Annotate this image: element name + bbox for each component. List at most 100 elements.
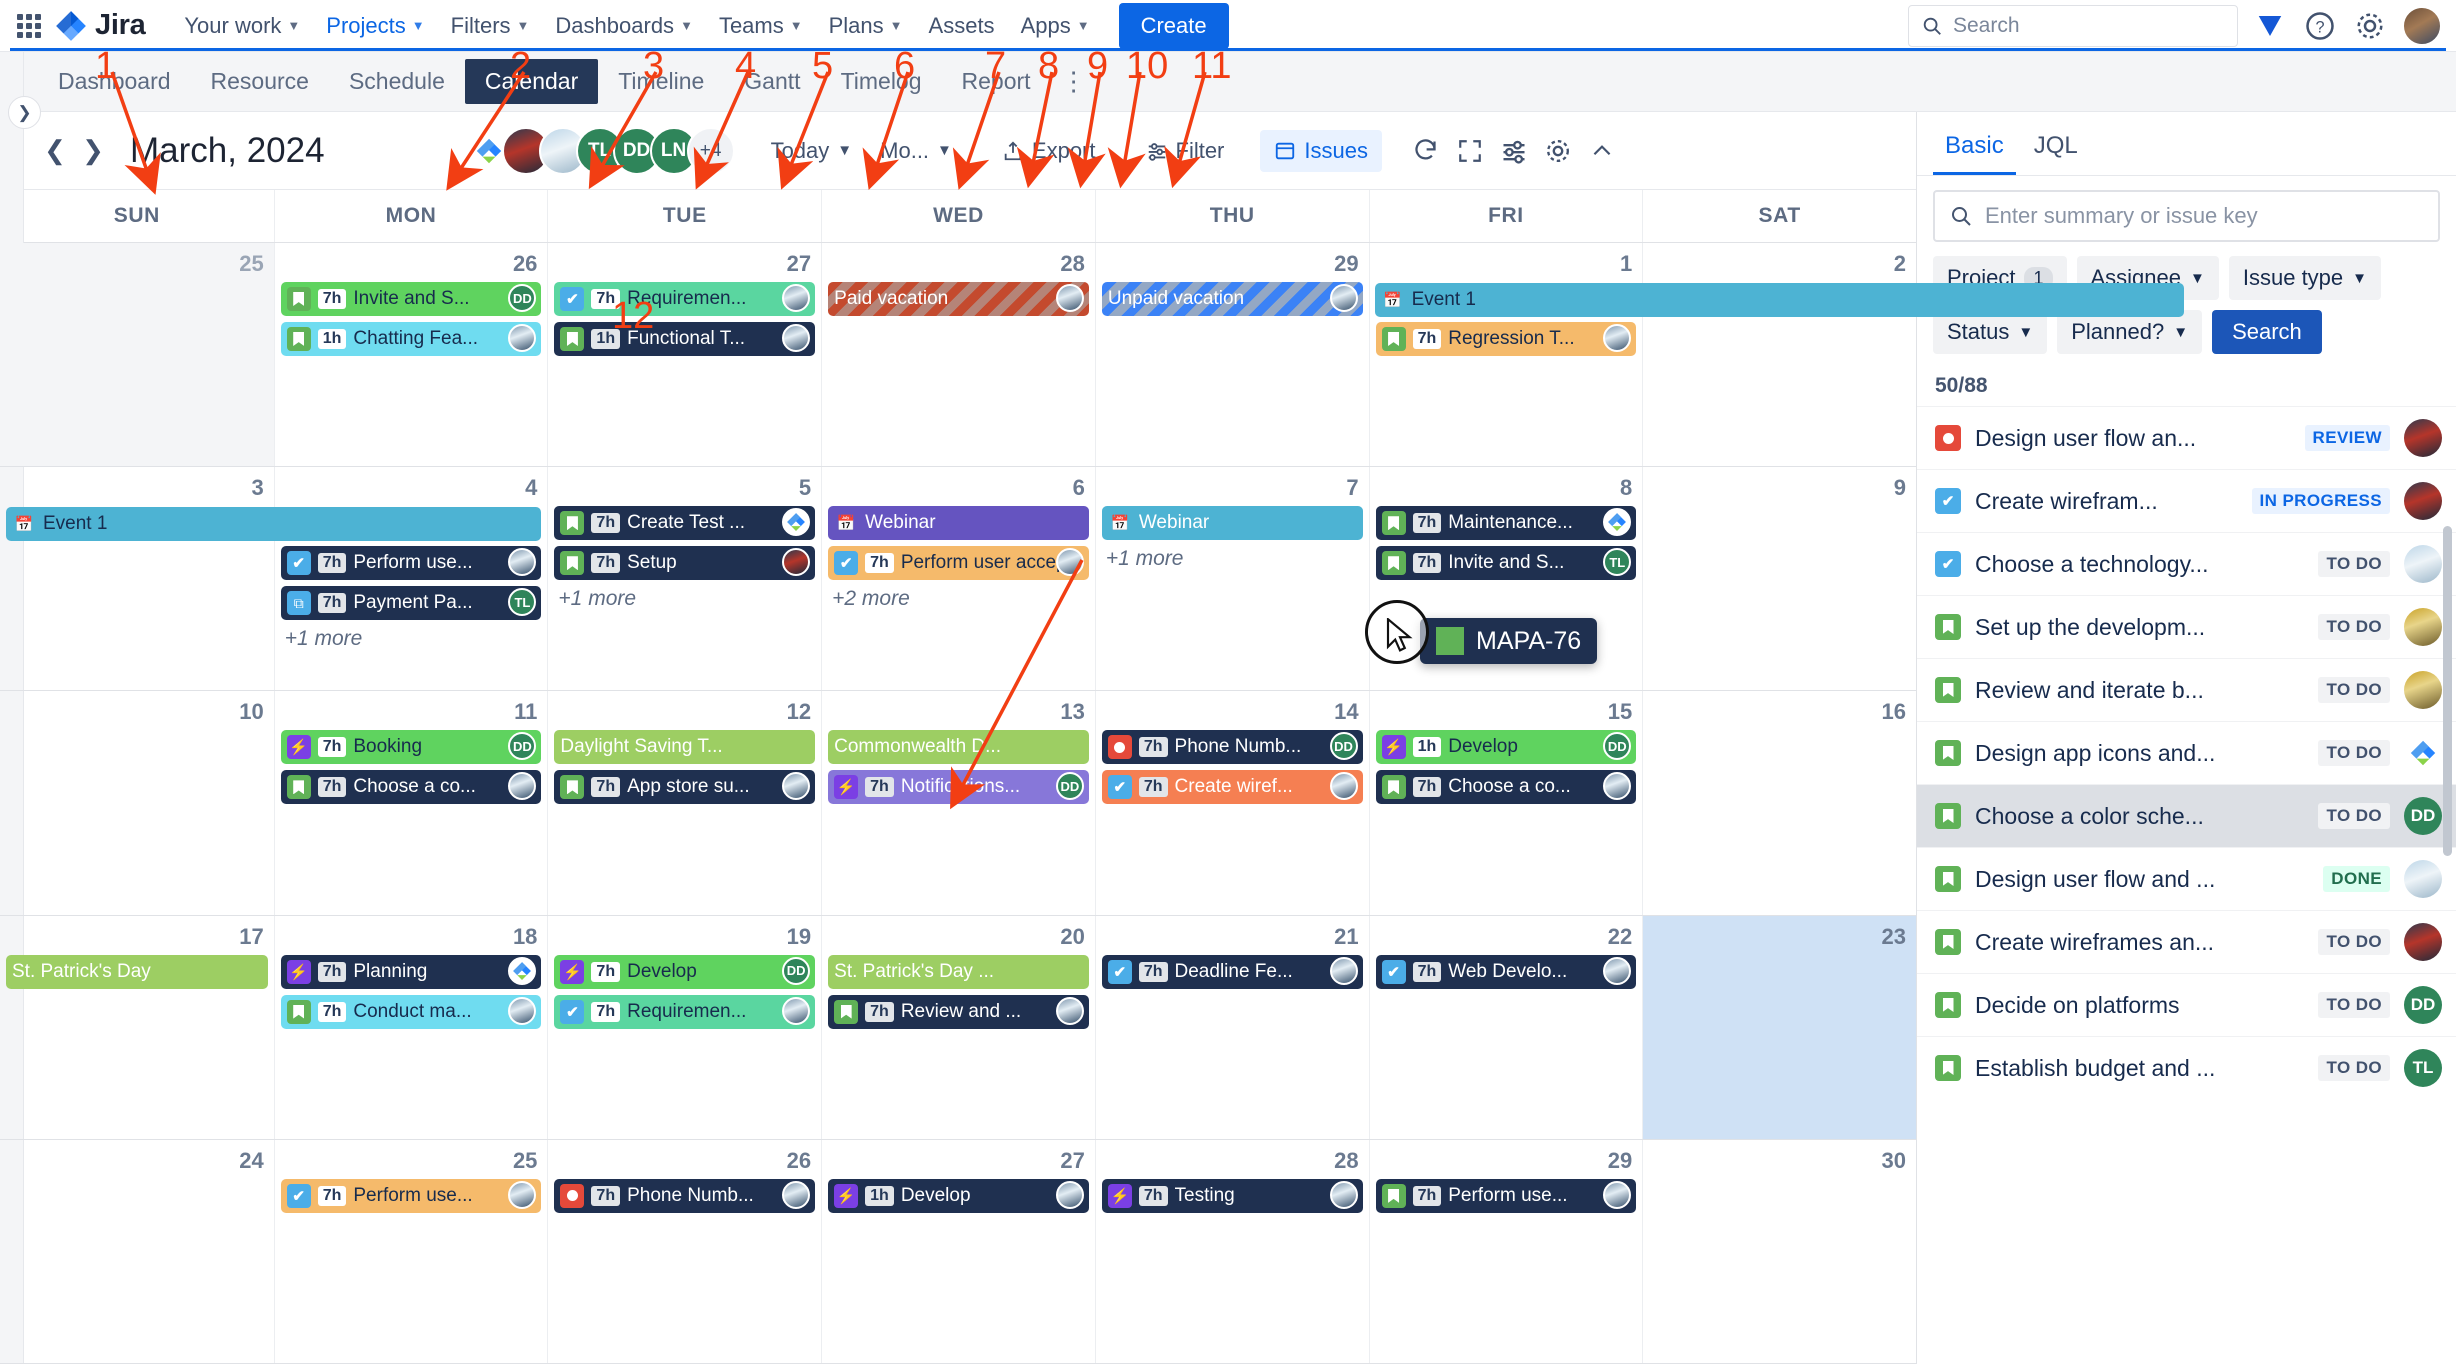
- global-search-input[interactable]: Search: [1908, 4, 2238, 47]
- filter-issuetype[interactable]: Issue type ▼: [2228, 256, 2382, 300]
- calendar-day-cell[interactable]: 23: [1642, 915, 1916, 1139]
- event-assignee-avatar[interactable]: [1603, 324, 1632, 352]
- event-assignee-avatar[interactable]: [782, 996, 811, 1025]
- calendar-event[interactable]: 7h Invite and S... DD: [280, 282, 542, 316]
- issue-assignee-avatar[interactable]: [2404, 860, 2442, 898]
- issue-list-item[interactable]: Review and iterate b... TO DO: [1917, 658, 2456, 721]
- user-avatar[interactable]: [2402, 5, 2442, 46]
- tab-calendar[interactable]: Calendar: [464, 59, 599, 104]
- event-assignee-avatar[interactable]: DD: [508, 284, 537, 312]
- calendar-event[interactable]: 7h Perform use...: [280, 1178, 542, 1213]
- event-assignee-avatar[interactable]: [782, 772, 811, 801]
- calendar-event[interactable]: 7hRequiremen...: [554, 282, 816, 316]
- nav-item-projects[interactable]: Projects ▼: [10, 6, 2446, 51]
- calendar-event[interactable]: 7h Choose a co...: [1375, 770, 1637, 805]
- event-assignee-avatar[interactable]: [1603, 956, 1632, 985]
- issue-list-item[interactable]: Create wireframes an... TO DO: [1917, 910, 2456, 973]
- event-assignee-avatar[interactable]: [1055, 996, 1084, 1025]
- issue-list-item[interactable]: Design user flow and ... DONE: [1917, 847, 2456, 910]
- avatar-6[interactable]: +4: [686, 126, 735, 175]
- event-assignee-avatar[interactable]: [1329, 1180, 1358, 1209]
- event-assignee-avatar[interactable]: DD: [782, 956, 811, 985]
- event-assignee-avatar[interactable]: [508, 548, 537, 577]
- issue-list-item[interactable]: Set up the developm... TO DO: [1917, 595, 2456, 658]
- issue-list-item[interactable]: Choose a color sche... TO DO DD: [1917, 784, 2456, 847]
- calendar-event[interactable]: 📅 Webinar: [1101, 506, 1363, 541]
- calendar-day-cell[interactable]: 2: [1642, 243, 1916, 467]
- calendar-day-cell[interactable]: 10: [0, 691, 274, 914]
- event-assignee-avatar[interactable]: [782, 548, 811, 577]
- issue-list-item[interactable]: Choose a technology... TO DO: [1917, 532, 2456, 595]
- calendar-day-cell[interactable]: 25 7h Perform use...: [273, 1139, 548, 1364]
- calendar-event[interactable]: 7h Invite and S... TL: [1375, 546, 1637, 581]
- calendar-event[interactable]: 7h Notifications... DD: [828, 770, 1089, 805]
- calendar-event[interactable]: Unpaid vacation: [1101, 282, 1363, 316]
- calendar-day-cell[interactable]: 25: [0, 243, 274, 467]
- issue-search-input[interactable]: Enter summary or issue key: [1933, 190, 2440, 242]
- calendar-event[interactable]: 7h App store su...: [554, 770, 816, 805]
- issue-assignee-avatar[interactable]: [2404, 482, 2442, 520]
- view-range-selector[interactable]: Mo... ▼: [866, 130, 966, 172]
- calendar-event[interactable]: 7h Create Test ...: [554, 506, 816, 541]
- calendar-day-cell[interactable]: 29 Unpaid vacation: [1094, 243, 1369, 467]
- calendar-day-cell[interactable]: 11 7h Booking DD 7h Choose a co...: [273, 691, 548, 915]
- calendar-event[interactable]: 📅 Webinar: [828, 506, 1089, 541]
- event-assignee-avatar[interactable]: [508, 996, 537, 1025]
- calendar-event[interactable]: 1h Develop: [828, 1178, 1089, 1213]
- calendar-day-cell[interactable]: 21 7h Deadline Fe...: [1094, 915, 1369, 1139]
- event-assignee-avatar[interactable]: [508, 956, 537, 985]
- calendar-event[interactable]: 7h Review and ...: [828, 994, 1089, 1029]
- event-assignee-avatar[interactable]: DD: [1603, 732, 1632, 761]
- calendar-event[interactable]: 1h Develop DD: [1375, 730, 1637, 765]
- today-selector[interactable]: Today ▼: [757, 130, 867, 172]
- tab-resource[interactable]: Resource: [191, 59, 329, 104]
- issue-list-item[interactable]: Design app icons and... TO DO: [1917, 721, 2456, 784]
- event-assignee-avatar[interactable]: [508, 324, 537, 352]
- issue-assignee-avatar[interactable]: [2404, 734, 2442, 772]
- calendar-day-cell[interactable]: 4 7h Perform use... 7h Payment Pa... TL +1 …: [273, 467, 548, 691]
- more-events-link[interactable]: +1 more: [554, 586, 815, 615]
- event-assignee-avatar[interactable]: [508, 1180, 537, 1209]
- event-assignee-avatar[interactable]: [1603, 772, 1632, 801]
- nav-item-plans[interactable]: Plans ▼: [816, 6, 916, 46]
- export-button[interactable]: Export: [988, 130, 1110, 172]
- calendar-day-cell[interactable]: 19 7h Develop DD 7h Requiremen...: [547, 915, 821, 1139]
- nav-item-teams[interactable]: Teams ▼: [706, 6, 816, 46]
- calendar-event[interactable]: 7h Maintenance...: [1375, 506, 1637, 541]
- calendar-span-event[interactable]: 📅 Event 1: [6, 507, 542, 542]
- event-assignee-avatar[interactable]: [1329, 956, 1358, 985]
- issue-assignee-avatar[interactable]: [2404, 608, 2442, 646]
- avatar-group[interactable]: TL DD LN +4: [464, 126, 735, 175]
- calendar-event[interactable]: 7h Phone Numb... DD: [1101, 730, 1363, 765]
- calendar-event[interactable]: Daylight Saving T...: [554, 730, 816, 765]
- calendar-day-cell[interactable]: 27 7hRequiremen... 1hFunctional T...: [547, 243, 821, 467]
- calendar-day-cell[interactable]: 5 7h Create Test ... 7h Setup +1 more: [547, 467, 821, 691]
- calendar-day-cell[interactable]: 26 7h Invite and S... DD 1h Chatting Fea...: [273, 243, 548, 467]
- issue-list-scrollbar[interactable]: [2443, 526, 2452, 856]
- event-assignee-avatar[interactable]: [782, 1180, 811, 1209]
- issue-list-item[interactable]: Design user flow an... REVIEW: [1917, 406, 2456, 469]
- calendar-event[interactable]: 7h Create wiref...: [1101, 770, 1363, 805]
- calendar-day-cell[interactable]: 3: [0, 467, 274, 690]
- calendar-event[interactable]: 7h Planning: [280, 954, 542, 989]
- calendar-event[interactable]: 7h Perform use...: [280, 546, 542, 581]
- issue-assignee-avatar[interactable]: [2404, 545, 2442, 583]
- fullscreen-icon[interactable]: [1448, 129, 1492, 173]
- panel-tab-jql[interactable]: JQL: [2022, 122, 2090, 175]
- calendar-day-cell[interactable]: 27 1h Develop: [821, 1139, 1095, 1364]
- event-assignee-avatar[interactable]: [1603, 508, 1632, 537]
- nav-item-filters[interactable]: Filters ▼: [438, 6, 543, 46]
- calendar-day-cell[interactable]: 28 7h Testing: [1094, 1139, 1369, 1364]
- calendar-event[interactable]: 7h Payment Pa... TL: [280, 586, 542, 621]
- calendar-day-cell[interactable]: 15 1h Develop DD 7h Choose a co...: [1368, 691, 1643, 915]
- display-settings-icon[interactable]: [1492, 129, 1536, 173]
- event-assignee-avatar[interactable]: DD: [1055, 772, 1084, 801]
- event-assignee-avatar[interactable]: [1055, 548, 1084, 577]
- calendar-event[interactable]: St. Patrick's Day ...: [828, 954, 1089, 989]
- calendar-event[interactable]: 7h Conduct ma...: [280, 994, 542, 1029]
- nav-item-assets[interactable]: Assets: [916, 6, 1008, 46]
- calendar-day-cell[interactable]: 1 7h Regression T...: [1368, 243, 1643, 467]
- more-events-link[interactable]: +1 more: [1102, 546, 1363, 575]
- create-button[interactable]: Create: [1118, 2, 1229, 49]
- calendar-event[interactable]: 7h Regression T...: [1375, 322, 1637, 356]
